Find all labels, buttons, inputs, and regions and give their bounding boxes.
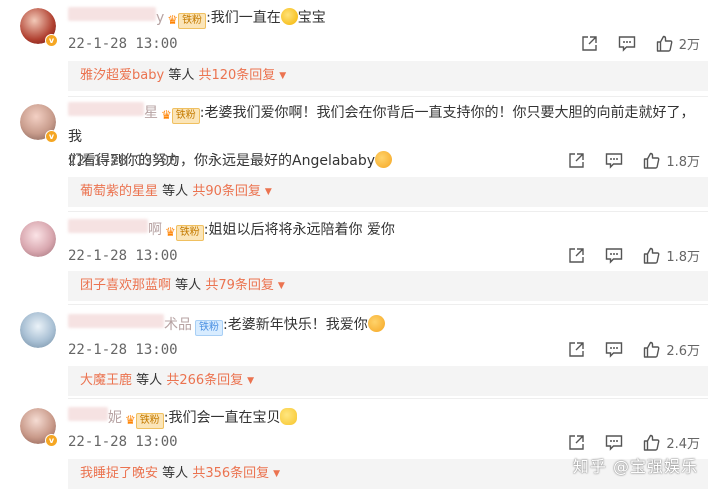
reply-summary[interactable]: 雅汐超爱baby 等人 共120条回复 ▼ bbox=[68, 61, 708, 91]
comment-icon bbox=[606, 248, 623, 264]
divider bbox=[68, 304, 708, 305]
reply-user-names[interactable]: 雅汐超爱baby bbox=[80, 68, 164, 83]
reply-count-link[interactable]: 共90条回复 bbox=[192, 184, 261, 199]
comment-button[interactable] bbox=[618, 35, 636, 52]
comment-text: :我们一直在 bbox=[206, 10, 281, 26]
username[interactable]: 星 bbox=[144, 105, 158, 121]
emoji-icon bbox=[375, 151, 393, 168]
share-icon bbox=[582, 36, 597, 51]
share-icon bbox=[569, 342, 585, 357]
comment-icon bbox=[606, 435, 623, 451]
username-blurred[interactable]: _ bbox=[68, 7, 156, 21]
fan-badge: ♛ 铁粉 bbox=[167, 8, 207, 29]
share-icon bbox=[569, 248, 585, 263]
reply-count-link[interactable]: 共120条回复 bbox=[198, 68, 275, 83]
timestamp: 22-1-28 13:00 bbox=[68, 36, 178, 52]
crown-icon: ♛ bbox=[165, 225, 176, 239]
comment-icon bbox=[606, 342, 623, 358]
reply-user-names[interactable]: 团子喜欢那蓝啊 bbox=[80, 278, 171, 293]
like-button[interactable]: 2.4万 bbox=[643, 433, 700, 452]
reply-summary[interactable]: 大魔王鹿 等人 共266条回复 ▼ bbox=[68, 366, 708, 396]
reply-summary[interactable]: 葡萄紫的星星 等人 共90条回复 ▼ bbox=[68, 177, 708, 207]
like-button[interactable]: 2万 bbox=[656, 34, 700, 53]
like-count: 2.6万 bbox=[666, 344, 700, 359]
verified-badge-icon: v bbox=[45, 34, 58, 47]
like-count: 1.8万 bbox=[666, 155, 700, 170]
comment-button[interactable] bbox=[605, 434, 623, 451]
share-button[interactable] bbox=[568, 152, 585, 169]
username[interactable]: 啊 bbox=[148, 222, 162, 238]
reply-user-names[interactable]: 大魔王鹿 bbox=[80, 373, 132, 388]
timestamp: 22-1-28 13:00 bbox=[68, 434, 178, 450]
reply-count-link[interactable]: 共356条回复 bbox=[192, 466, 269, 481]
divider bbox=[68, 211, 708, 212]
username-blurred[interactable]: _ bbox=[68, 407, 108, 421]
share-button[interactable] bbox=[581, 35, 598, 52]
emoji-icon bbox=[280, 8, 298, 25]
share-icon bbox=[569, 435, 585, 450]
username-blurred[interactable]: _ bbox=[68, 219, 148, 233]
share-icon bbox=[569, 153, 585, 168]
fan-badge: ♛ 铁粉 bbox=[165, 220, 204, 241]
comment-text-tail: 宝宝 bbox=[297, 10, 326, 26]
watermark: 知乎 @宝强娱乐 bbox=[572, 457, 698, 476]
triangle-down-icon: ▼ bbox=[264, 187, 272, 197]
timestamp: 22-1-28 13:00 bbox=[68, 153, 178, 169]
share-button[interactable] bbox=[568, 341, 585, 358]
verified-badge-icon: v bbox=[45, 434, 58, 447]
fan-badge: 铁粉 bbox=[195, 315, 223, 336]
avatar[interactable] bbox=[20, 312, 56, 348]
thumbs-up-icon bbox=[644, 152, 660, 169]
thumbs-up-icon bbox=[644, 341, 660, 358]
like-count: 1.8万 bbox=[666, 250, 700, 265]
like-button[interactable]: 1.8万 bbox=[643, 151, 700, 170]
like-count: 2万 bbox=[678, 38, 700, 53]
reply-user-names[interactable]: 我睡捉了晚安 bbox=[80, 466, 158, 481]
thumbs-up-icon bbox=[656, 35, 673, 52]
username[interactable]: y bbox=[156, 10, 164, 26]
avatar[interactable] bbox=[20, 221, 56, 257]
crown-icon: ♛ bbox=[161, 108, 172, 122]
thumbs-up-icon bbox=[644, 247, 660, 264]
divider bbox=[68, 398, 708, 399]
triangle-down-icon: ▼ bbox=[273, 469, 281, 479]
username[interactable]: 妮 bbox=[108, 410, 122, 426]
triangle-down-icon: ▼ bbox=[277, 281, 285, 291]
reply-user-names[interactable]: 葡萄紫的星星 bbox=[80, 184, 158, 199]
comment-icon bbox=[618, 36, 635, 52]
emoji-icon bbox=[367, 315, 385, 332]
username[interactable]: 术品 bbox=[164, 317, 192, 333]
divider bbox=[68, 96, 708, 97]
crown-icon: ♛ bbox=[125, 413, 136, 427]
like-button[interactable]: 1.8万 bbox=[643, 246, 700, 265]
comment-text: :老婆新年快乐！我爱你 bbox=[223, 317, 368, 333]
comment-button[interactable] bbox=[605, 152, 623, 169]
timestamp: 22-1-28 13:00 bbox=[68, 342, 178, 358]
comment-button[interactable] bbox=[605, 341, 623, 358]
comment-text: :我们会一直在宝贝 bbox=[163, 410, 281, 426]
verified-badge-icon: v bbox=[45, 130, 58, 143]
fan-badge: ♛ 铁粉 bbox=[161, 103, 200, 124]
triangle-down-icon: ▼ bbox=[247, 376, 255, 386]
reply-count-link[interactable]: 共266条回复 bbox=[166, 373, 243, 388]
username-blurred[interactable]: _ bbox=[68, 314, 164, 328]
timestamp: 22-1-28 13:00 bbox=[68, 248, 178, 264]
reply-count-link[interactable]: 共79条回复 bbox=[205, 278, 274, 293]
username-blurred[interactable]: _ bbox=[68, 102, 144, 116]
like-count: 2.4万 bbox=[666, 437, 700, 452]
comment-button[interactable] bbox=[605, 247, 623, 264]
crown-icon: ♛ bbox=[167, 13, 179, 27]
hug-emoji-icon bbox=[280, 408, 298, 425]
reply-summary[interactable]: 团子喜欢那蓝啊 等人 共79条回复 ▼ bbox=[68, 271, 708, 301]
share-button[interactable] bbox=[568, 247, 585, 264]
comment-icon bbox=[606, 153, 623, 169]
fan-badge: ♛ 铁粉 bbox=[125, 408, 164, 429]
like-button[interactable]: 2.6万 bbox=[643, 340, 700, 359]
triangle-down-icon: ▼ bbox=[279, 71, 287, 81]
thumbs-up-icon bbox=[644, 434, 660, 451]
share-button[interactable] bbox=[568, 434, 585, 451]
comment-text: :姐姐以后将将永远陪着你 爱你 bbox=[203, 222, 395, 238]
